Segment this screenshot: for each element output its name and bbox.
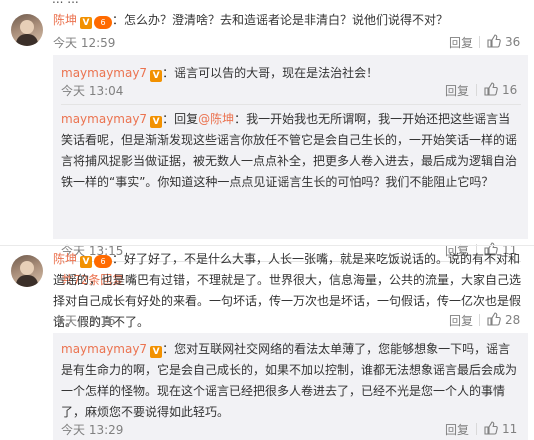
comment-text-block: 陈坤 V 6 ：怎么办？澄清啥？去和造谣者论是非清白？说他们说得不对？ xyxy=(53,10,523,31)
like-button[interactable]: 28 xyxy=(487,312,520,327)
level-badge-icon: 6 xyxy=(94,16,113,29)
reply-text-block: maymaymay7 V ：谣言可以告的大哥，现在是法治社会！ xyxy=(61,63,521,84)
comment-content: ：怎么办？澄清啥？去和造谣者论是非清白？说他们说得不对？ xyxy=(112,13,449,27)
action-divider xyxy=(479,314,480,326)
vip-badge-icon: V xyxy=(150,346,163,358)
like-count: 16 xyxy=(502,83,518,97)
avatar[interactable] xyxy=(11,14,43,46)
reply-button[interactable]: 回复 xyxy=(445,82,469,99)
vip-badge-icon: V xyxy=(150,70,163,82)
comment-username[interactable]: 陈坤 xyxy=(53,252,77,266)
reply-content: ：谣言可以告的大哥，现在是法治社会！ xyxy=(162,66,379,80)
thumbs-up-icon xyxy=(487,34,501,48)
reply-prefix: ：回复 xyxy=(162,112,199,126)
reply-button[interactable]: 回复 xyxy=(449,312,473,329)
comment-divider xyxy=(0,245,534,246)
level-badge-icon: 6 xyxy=(94,255,113,268)
action-divider xyxy=(476,423,477,435)
like-count: 36 xyxy=(505,35,521,49)
reply-thread: maymaymay7 V ：您对互联网社交网络的看法太单薄了，您能够想象一下吗，谣言… xyxy=(53,333,528,440)
reply-divider xyxy=(61,104,521,105)
like-button[interactable]: 16 xyxy=(484,82,517,97)
comment-username[interactable]: 陈坤 xyxy=(53,13,77,27)
like-button[interactable]: 11 xyxy=(484,421,517,436)
thumbs-up-icon xyxy=(484,82,498,96)
vip-badge-icon: V xyxy=(80,256,93,268)
truncated-previous-text: ... ... xyxy=(52,0,79,6)
action-divider xyxy=(476,84,477,96)
reply-button[interactable]: 回复 xyxy=(445,421,469,438)
thumbs-up-icon xyxy=(484,421,498,435)
like-count: 11 xyxy=(502,422,518,436)
reply-text-block: maymaymay7 V ：您对互联网社交网络的看法太单薄了，您能够想象一下吗，谣言… xyxy=(61,339,521,423)
reply-time: 今天 13:29 xyxy=(61,423,124,437)
vip-badge-icon: V xyxy=(150,116,163,128)
comment-time: 今天 12:59 xyxy=(53,36,116,50)
like-button[interactable]: 36 xyxy=(487,34,520,49)
avatar[interactable] xyxy=(11,255,43,287)
reply-username[interactable]: maymaymay7 xyxy=(61,112,147,126)
mention-link[interactable]: @陈坤 xyxy=(198,112,234,126)
reply-thread: maymaymay7 V ：谣言可以告的大哥，现在是法治社会！ 今天 13:04 回… xyxy=(53,55,528,287)
vip-badge-icon: V xyxy=(80,17,93,29)
reply-username[interactable]: maymaymay7 xyxy=(61,66,147,80)
like-count: 28 xyxy=(505,313,521,327)
reply-time: 今天 13:04 xyxy=(61,84,124,98)
action-divider xyxy=(479,36,480,48)
reply-text-block: maymaymay7 V ：回复@陈坤：我一开始我也无所谓啊，我一开始还把这些谣言当… xyxy=(61,109,521,193)
thumbs-up-icon xyxy=(487,312,501,326)
reply-username[interactable]: maymaymay7 xyxy=(61,342,147,356)
comment-time: 今天 13:16 xyxy=(53,314,116,328)
reply-button[interactable]: 回复 xyxy=(449,34,473,51)
